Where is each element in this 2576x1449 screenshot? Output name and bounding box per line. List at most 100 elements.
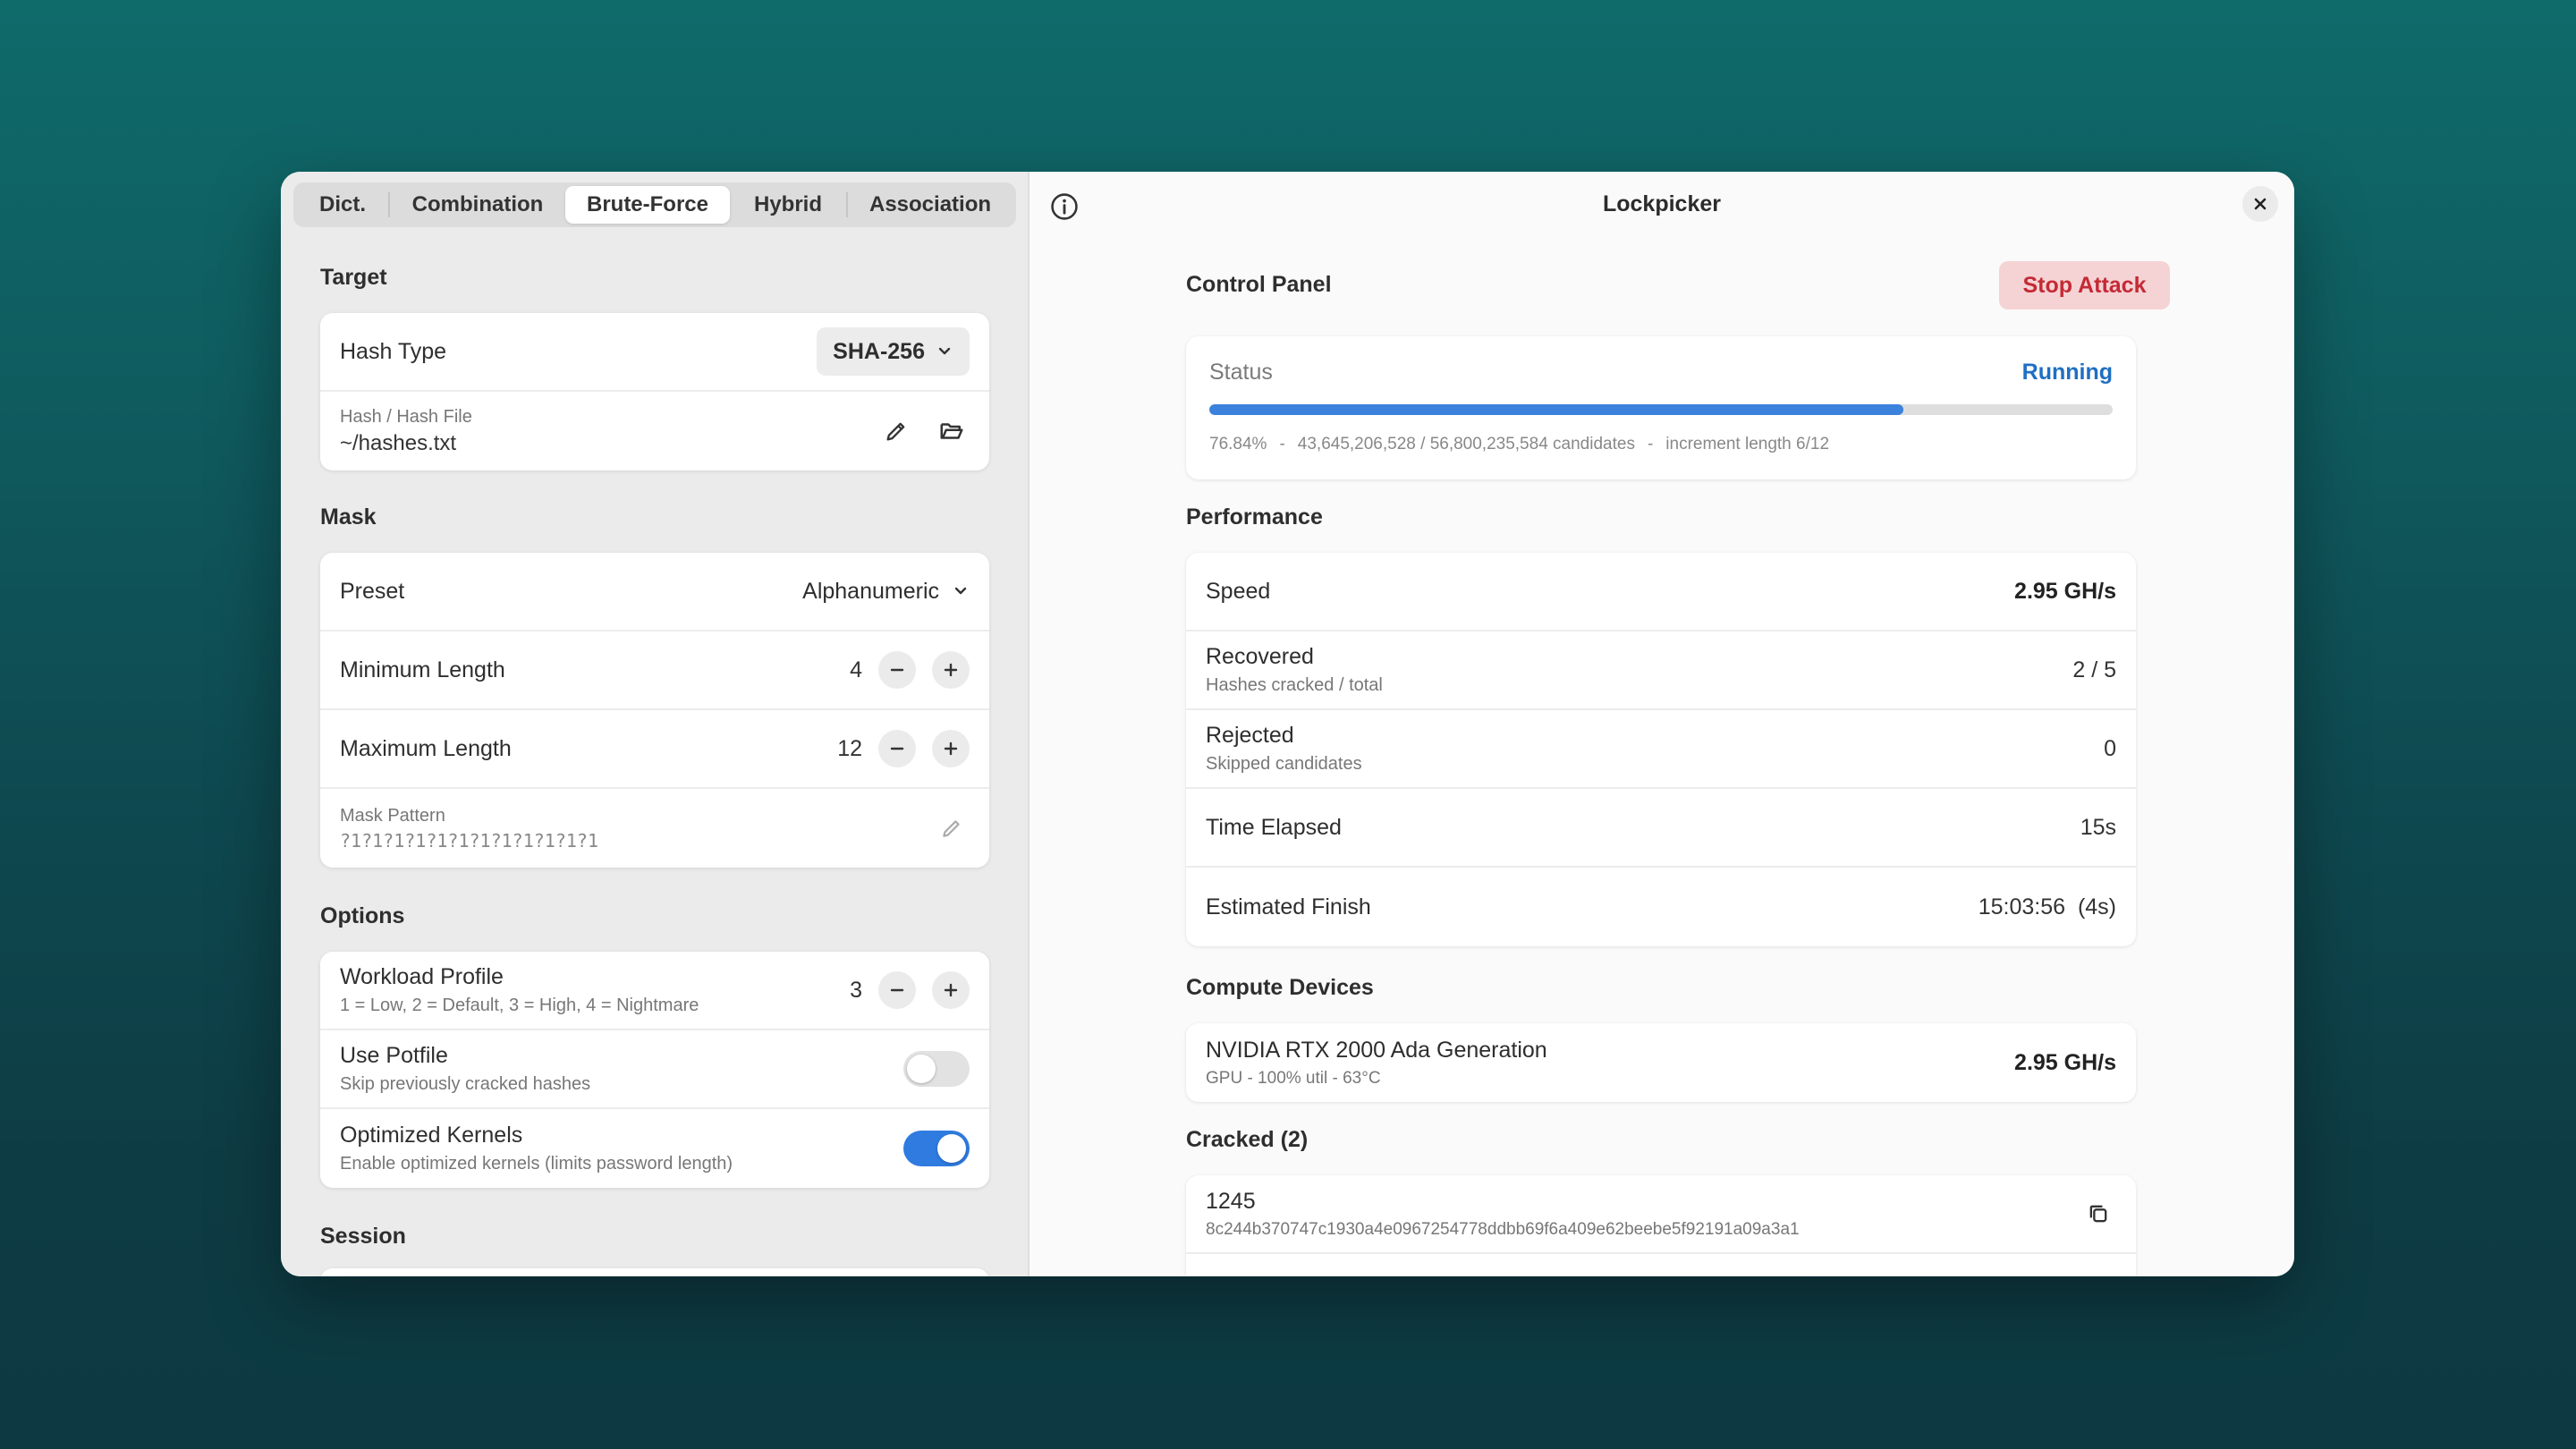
control-panel-title: Control Panel xyxy=(1186,272,1332,297)
rejected-label: Rejected xyxy=(1206,723,1294,748)
max-length-label: Maximum Length xyxy=(340,735,512,761)
target-section-title: Target xyxy=(320,265,387,290)
finish-label: Estimated Finish xyxy=(1206,894,1371,919)
hash-type-select[interactable]: SHA-256 xyxy=(817,327,970,376)
edit-hash-button[interactable] xyxy=(878,413,914,449)
max-length-row: Maximum Length 12 xyxy=(320,710,989,789)
cracked-item: 1245 8c244b370747c1930a4e0967254778ddbb6… xyxy=(1186,1175,2136,1254)
edit-mask-pattern-button[interactable] xyxy=(934,810,970,846)
window-title: Lockpicker xyxy=(1602,191,1721,216)
preset-select[interactable]: Alphanumeric xyxy=(802,579,970,605)
recovered-row: Recovered Hashes cracked / total 2 / 5 xyxy=(1186,631,2136,710)
detail-separator: - xyxy=(1279,435,1285,453)
speed-value: 2.95 GH/s xyxy=(2014,578,2116,604)
devices-title: Compute Devices xyxy=(1186,975,1374,1000)
performance-card: Speed 2.95 GH/s Recovered Hashes cracked… xyxy=(1186,553,2136,946)
cracked-title: Cracked (2) xyxy=(1186,1127,1309,1152)
elapsed-value: 15s xyxy=(2080,814,2116,840)
attack-mode-tabs: Dict. Combination Brute-Force Hybrid Ass… xyxy=(293,182,1016,227)
preset-label: Preset xyxy=(340,578,405,604)
workload-label: Workload Profile xyxy=(340,964,504,989)
tab-dict[interactable]: Dict. xyxy=(297,186,388,224)
hash-file-label: Hash / Hash File xyxy=(340,406,472,427)
pencil-icon xyxy=(943,820,960,837)
tab-association[interactable]: Association xyxy=(848,186,1013,224)
candidates-count: 43,645,206,528 / 56,800,235,584 candidat… xyxy=(1297,435,1635,453)
options-card: Workload Profile 1 = Low, 2 = Default, 3… xyxy=(320,952,989,1188)
workload-increment-button[interactable] xyxy=(932,971,970,1009)
workload-value: 3 xyxy=(850,977,862,1003)
mask-pattern-value: ?1?1?1?1?1?1?1?1?1?1?1?1 xyxy=(340,829,598,852)
finish-row: Estimated Finish 15:03:56 (4s) xyxy=(1186,868,2136,946)
workload-decrement-button[interactable] xyxy=(878,971,916,1009)
workload-sub: 1 = Low, 2 = Default, 3 = High, 4 = Nigh… xyxy=(340,996,699,1015)
performance-title: Performance xyxy=(1186,504,1323,530)
plus-icon xyxy=(944,741,958,756)
recovered-label: Recovered xyxy=(1206,644,1314,669)
kernels-row: Optimized Kernels Enable optimized kerne… xyxy=(320,1109,989,1188)
preset-row: Preset Alphanumeric xyxy=(320,553,989,631)
min-length-decrement-button[interactable] xyxy=(878,651,916,689)
progress-details: 76.84% - 43,645,206,528 / 56,800,235,584… xyxy=(1209,435,1829,454)
min-length-label: Minimum Length xyxy=(340,657,505,682)
stop-attack-button[interactable]: Stop Attack xyxy=(1999,261,2170,309)
increment-length: increment length 6/12 xyxy=(1665,435,1830,453)
open-hash-file-button[interactable] xyxy=(934,413,970,449)
tab-combination[interactable]: Combination xyxy=(390,186,565,224)
chevron-down-icon xyxy=(954,587,967,595)
copy-button[interactable] xyxy=(2080,1196,2116,1232)
elapsed-label: Time Elapsed xyxy=(1206,814,1342,840)
mask-section-title: Mask xyxy=(320,504,377,530)
kernels-toggle[interactable] xyxy=(903,1131,970,1166)
speed-row: Speed 2.95 GH/s xyxy=(1186,553,2136,631)
options-section-title: Options xyxy=(320,903,405,928)
min-length-row: Minimum Length 4 xyxy=(320,631,989,710)
kernels-label: Optimized Kernels xyxy=(340,1123,523,1148)
potfile-sub: Skip previously cracked hashes xyxy=(340,1074,591,1094)
cracked-card: 1245 8c244b370747c1930a4e0967254778ddbb6… xyxy=(1186,1175,2136,1276)
cracked-hash: 8c244b370747c1930a4e0967254778ddbb69f6a4… xyxy=(1206,1219,1800,1239)
device-row: NVIDIA RTX 2000 Ada Generation GPU - 100… xyxy=(1186,1023,2136,1102)
minus-icon xyxy=(890,668,904,672)
config-panel: Dict. Combination Brute-Force Hybrid Ass… xyxy=(281,172,1030,1276)
hash-file-row: Hash / Hash File ~/hashes.txt xyxy=(320,392,989,470)
potfile-toggle[interactable] xyxy=(903,1051,970,1087)
elapsed-row: Time Elapsed 15s xyxy=(1186,789,2136,868)
speed-label: Speed xyxy=(1206,578,1271,604)
device-name: NVIDIA RTX 2000 Ada Generation xyxy=(1206,1037,1547,1063)
app-window: Dict. Combination Brute-Force Hybrid Ass… xyxy=(281,172,2294,1276)
progress-percent: 76.84% xyxy=(1209,435,1267,453)
max-length-increment-button[interactable] xyxy=(932,730,970,767)
recovered-sub: Hashes cracked / total xyxy=(1206,675,1383,695)
progress-fill xyxy=(1209,404,1904,415)
mask-pattern-label: Mask Pattern xyxy=(340,805,445,826)
minus-icon xyxy=(890,747,904,750)
rejected-row: Rejected Skipped candidates 0 xyxy=(1186,710,2136,789)
hash-file-value: ~/hashes.txt xyxy=(340,430,457,455)
minus-icon xyxy=(890,988,904,992)
plus-icon xyxy=(944,983,958,997)
max-length-decrement-button[interactable] xyxy=(878,730,916,767)
preset-value: Alphanumeric xyxy=(802,578,939,604)
session-section-title: Session xyxy=(320,1224,406,1249)
cracked-plaintext: 1245 xyxy=(1206,1188,1256,1214)
plus-icon xyxy=(944,663,958,677)
recovered-value: 2 / 5 xyxy=(2072,657,2116,682)
tab-brute-force[interactable]: Brute-Force xyxy=(565,186,730,224)
workload-row: Workload Profile 1 = Low, 2 = Default, 3… xyxy=(320,952,989,1030)
rejected-sub: Skipped candidates xyxy=(1206,754,1362,774)
cracked-item: 0000 xyxy=(1186,1254,2136,1276)
tab-hybrid[interactable]: Hybrid xyxy=(730,186,846,224)
folder-open-icon xyxy=(940,423,963,439)
hash-type-label: Hash Type xyxy=(340,338,447,364)
kernels-sub: Enable optimized kernels (limits passwor… xyxy=(340,1154,733,1174)
pencil-icon xyxy=(886,422,905,441)
hash-type-row: Hash Type SHA-256 xyxy=(320,313,989,392)
progress-bar xyxy=(1209,404,2113,415)
close-button[interactable] xyxy=(2242,186,2278,222)
chevron-down-icon xyxy=(938,347,951,355)
status-card: Status Running 76.84% - 43,645,206,528 /… xyxy=(1186,336,2136,479)
finish-value: 15:03:56 (4s) xyxy=(1978,894,2116,919)
min-length-increment-button[interactable] xyxy=(932,651,970,689)
close-icon xyxy=(2254,198,2267,210)
